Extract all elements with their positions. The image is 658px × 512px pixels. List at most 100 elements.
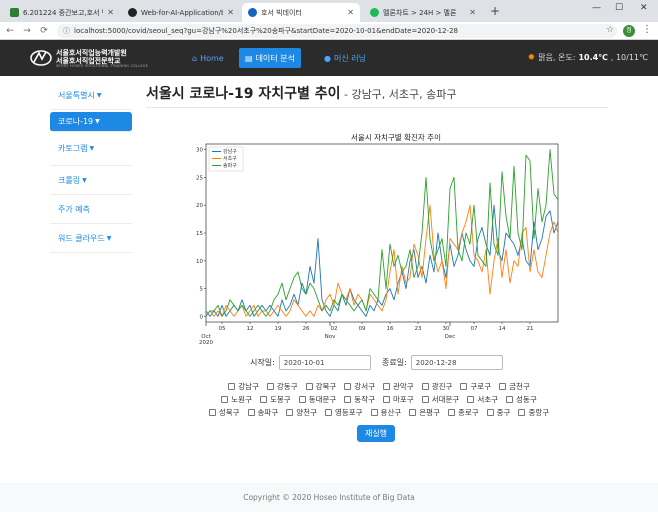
chart-icon: ▤ <box>245 53 253 63</box>
nav-machine-learning[interactable]: ● 머신 러닝 <box>318 48 372 68</box>
checkbox-box[interactable] <box>298 396 306 403</box>
district-checkbox[interactable]: 강동구 <box>266 381 298 392</box>
checkbox-box[interactable] <box>259 396 267 403</box>
checkbox-box[interactable] <box>208 409 216 416</box>
browser-menu-icon[interactable]: ⋮ <box>642 24 652 35</box>
district-checkbox[interactable]: 관악구 <box>383 381 414 392</box>
browser-tab-1[interactable]: 6.201224 중간보고,호서 빅데이 ✕ <box>4 3 120 22</box>
nav-data-analysis[interactable]: ▤ 데이터 분석 <box>239 48 301 68</box>
y-tick-label: 15 <box>196 231 203 237</box>
checkbox-box[interactable] <box>228 383 236 390</box>
checkbox-box[interactable] <box>409 409 417 416</box>
browser-tab-label: 멜론차트 > 24H > 멜론 <box>383 8 457 17</box>
district-checkbox[interactable]: 성북구 <box>208 407 240 418</box>
checkbox-box[interactable] <box>266 383 274 390</box>
browser-tab-4[interactable]: 멜론차트 > 24H > 멜론 ✕ <box>364 3 482 22</box>
start-date-input[interactable]: 2020-10-01 <box>278 355 371 370</box>
sidebar-item-crawling[interactable]: 크롤링 ▼ <box>50 166 132 195</box>
reload-icon[interactable]: ⟳ <box>37 26 51 36</box>
checkbox-box[interactable] <box>324 409 332 416</box>
sidebar-item-word-cloud[interactable]: 워드 클라우드 ▼ <box>50 224 132 253</box>
checkbox-box[interactable] <box>383 396 390 403</box>
district-checkbox[interactable]: 서초구 <box>467 394 498 405</box>
sidebar-item-cartogram[interactable]: 카토그램 ▼ <box>50 132 132 166</box>
y-tick-label: 25 <box>196 175 203 181</box>
rerun-button[interactable]: 재실행 <box>357 425 395 442</box>
info-icon[interactable]: ⓘ <box>63 26 70 36</box>
district-label: 구로구 <box>470 382 492 391</box>
district-checkbox[interactable]: 용산구 <box>370 407 401 418</box>
checkbox-box[interactable] <box>370 409 378 416</box>
checkbox-box[interactable] <box>305 383 313 390</box>
sidebar-item-stock-prediction[interactable]: 주가 예측 <box>50 195 132 224</box>
district-checkbox[interactable]: 양천구 <box>286 407 317 418</box>
forward-icon[interactable]: → <box>20 26 34 36</box>
district-checkbox[interactable]: 금천구 <box>499 381 530 392</box>
profile-avatar[interactable]: 정 <box>623 25 635 37</box>
district-checkbox[interactable]: 광진구 <box>421 381 452 392</box>
checkbox-box[interactable] <box>421 396 429 403</box>
checkbox-box[interactable] <box>499 383 507 390</box>
district-checkbox[interactable]: 서대문구 <box>421 394 459 405</box>
checkbox-box[interactable] <box>383 383 390 390</box>
district-checkbox[interactable]: 중랑구 <box>518 407 549 418</box>
checkbox-box[interactable] <box>467 396 475 403</box>
district-checkbox[interactable]: 종로구 <box>447 407 479 418</box>
district-checkbox[interactable]: 강서구 <box>344 381 375 392</box>
district-checkbox[interactable]: 마포구 <box>383 394 414 405</box>
checkbox-box[interactable] <box>486 409 494 416</box>
browser-tab-2[interactable]: Web-for-AI-Application/base.htm ✕ <box>122 3 240 22</box>
back-icon[interactable]: ← <box>3 26 17 36</box>
district-checkbox[interactable]: 노원구 <box>221 394 252 405</box>
district-checkbox[interactable]: 중구 <box>486 407 510 418</box>
checkbox-box[interactable] <box>518 409 526 416</box>
district-checkbox[interactable]: 도봉구 <box>259 394 291 405</box>
checkbox-box[interactable] <box>506 396 514 403</box>
bookmark-star-icon[interactable]: ☆ <box>606 25 614 35</box>
district-checkbox[interactable]: 동대문구 <box>298 394 336 405</box>
year-label: 2020 <box>199 340 213 346</box>
url-input[interactable]: ⓘ localhost:5000/covid/seoul_seq?gu=강남구%… <box>57 23 617 38</box>
checkbox-box[interactable] <box>421 383 429 390</box>
checkbox-box[interactable] <box>344 383 352 390</box>
browser-tab-active[interactable]: 호서 빅데이터 ✕ <box>242 3 360 22</box>
close-tab-icon[interactable]: ✕ <box>107 8 114 17</box>
plot-frame <box>205 143 559 323</box>
copyright-text: Copyright © 2020 Hoseo Institute of Big … <box>243 493 415 502</box>
district-label: 성북구 <box>218 408 240 417</box>
district-checkbox[interactable]: 동작구 <box>344 394 375 405</box>
sidebar-item-seoul[interactable]: 서울특별시 ▼ <box>50 82 132 110</box>
close-tab-icon[interactable]: ✕ <box>469 8 476 17</box>
district-checkbox[interactable]: 은평구 <box>409 407 440 418</box>
close-window-icon[interactable]: ✕ <box>640 3 648 13</box>
close-tab-icon[interactable]: ✕ <box>227 8 234 17</box>
checkbox-box[interactable] <box>247 409 255 416</box>
new-tab-icon[interactable]: + <box>490 4 500 18</box>
caret-down-icon: ▼ <box>106 234 112 242</box>
close-tab-icon[interactable]: ✕ <box>347 8 354 17</box>
checkbox-box[interactable] <box>344 396 352 403</box>
home-icon: ⌂ <box>192 53 198 63</box>
district-checkbox[interactable]: 구로구 <box>460 381 491 392</box>
district-checkbox[interactable]: 강남구 <box>228 381 259 392</box>
chart-legend: 강남구서초구송파구 <box>208 146 244 172</box>
sidebar: 서울특별시 ▼ 코로나-19 ▼ 카토그램 ▼ 크롤링 ▼ 주가 예측 워드 클라우드 ▼ <box>50 82 132 253</box>
checkbox-box[interactable] <box>460 383 468 390</box>
district-checkbox[interactable]: 송파구 <box>247 407 278 418</box>
district-checkbox[interactable]: 영등포구 <box>324 407 363 418</box>
end-date-input[interactable]: 2020-12-28 <box>410 355 503 370</box>
checkbox-box[interactable] <box>221 396 229 403</box>
sidebar-item-covid19[interactable]: 코로나-19 ▼ <box>50 112 132 132</box>
district-label: 중랑구 <box>528 408 550 417</box>
checkbox-box[interactable] <box>447 409 455 416</box>
district-checkbox[interactable]: 성동구 <box>506 394 537 405</box>
minimize-icon[interactable]: — <box>592 3 601 13</box>
site-logo[interactable]: 서울호서직업능력개발원 서울호서직업전문학교 SEOUL HOSEO VOCAT… <box>30 46 148 70</box>
nav-home[interactable]: ⌂ Home <box>186 48 230 68</box>
district-label: 성동구 <box>516 395 537 404</box>
y-tick-label: 20 <box>196 203 203 209</box>
month-label: Dec <box>445 334 456 340</box>
checkbox-box[interactable] <box>286 409 294 416</box>
district-checkbox[interactable]: 강북구 <box>305 381 336 392</box>
maximize-icon[interactable]: ☐ <box>615 3 623 13</box>
